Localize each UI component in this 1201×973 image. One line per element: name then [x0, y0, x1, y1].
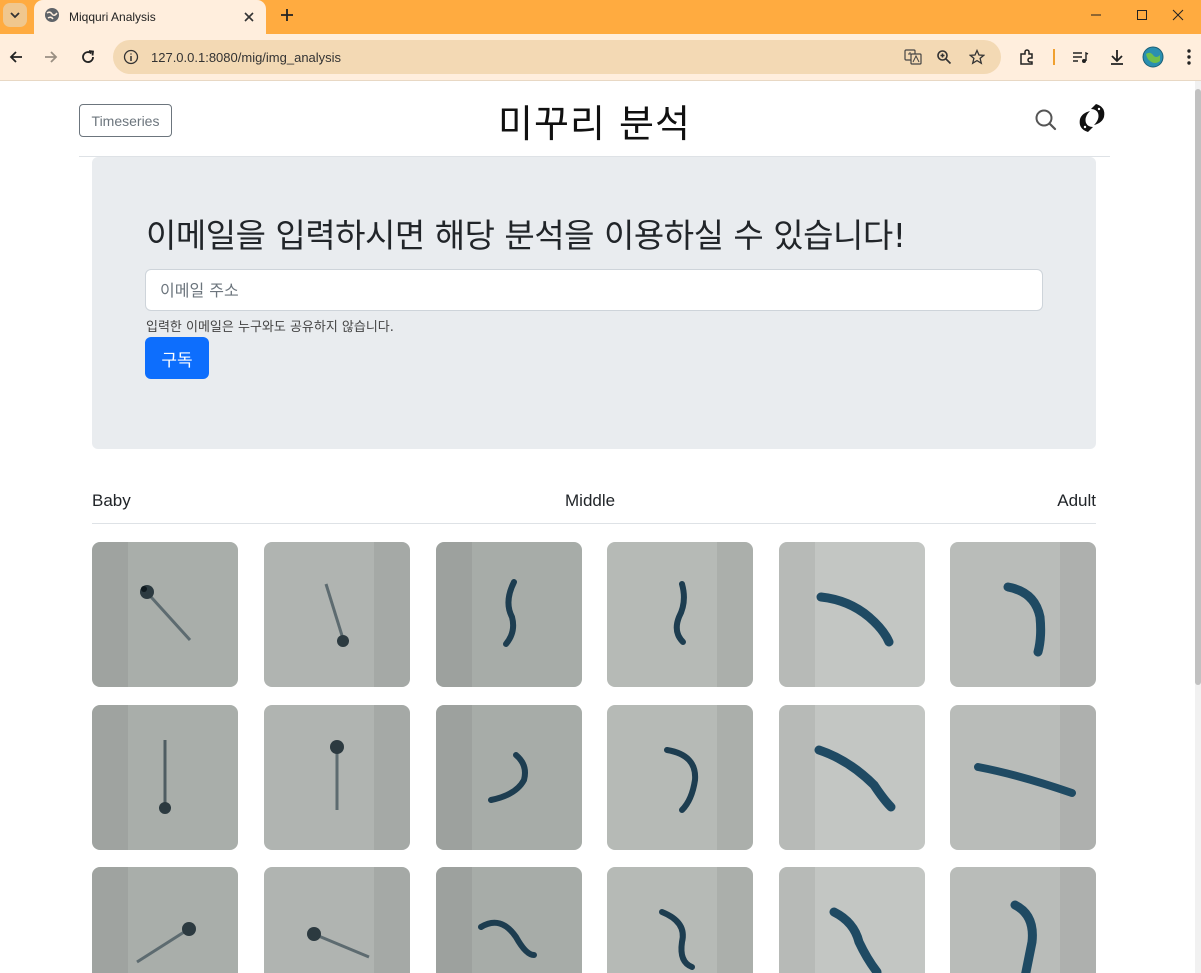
fish-thumbnail-larva[interactable] [264, 542, 410, 687]
fish-thumbnail-juvenile[interactable] [607, 867, 753, 973]
subscribe-button[interactable]: 구독 [145, 337, 209, 379]
address-bar[interactable]: 127.0.0.1:8080/mig/img_analysis [113, 40, 1001, 74]
stage-adult: Adult [1057, 491, 1096, 510]
url-text: 127.0.0.1:8080/mig/img_analysis [151, 49, 342, 65]
browser-toolbar: 127.0.0.1:8080/mig/img_analysis [0, 34, 1201, 81]
scrollbar-thumb[interactable] [1195, 89, 1201, 685]
fish-thumbnail-juvenile[interactable] [607, 542, 753, 687]
stage-baby: Baby [92, 491, 131, 510]
reload-icon[interactable] [74, 43, 102, 71]
menu-icon[interactable] [1176, 44, 1201, 70]
page-scrollbar[interactable] [1195, 81, 1201, 973]
window-close-icon[interactable] [1155, 0, 1201, 30]
browser-tab[interactable]: Miqquri Analysis [34, 0, 266, 34]
tab-title: Miqquri Analysis [69, 10, 156, 24]
fish-thumbnail-juvenile[interactable] [607, 705, 753, 850]
subscribe-heading: 이메일을 입력하시면 해당 분석을 이용하실 수 있습니다! [146, 216, 906, 255]
back-icon[interactable] [2, 43, 30, 71]
plus-icon[interactable] [275, 3, 299, 27]
fish-thumbnail-adult[interactable] [779, 867, 925, 973]
media-icon[interactable] [1067, 44, 1093, 70]
translate-icon[interactable] [901, 45, 925, 69]
fish-thumbnail-larva[interactable] [92, 705, 238, 850]
fish-thumbnail-larva[interactable] [92, 867, 238, 973]
search-icon[interactable] [1033, 107, 1059, 133]
site-header: Timeseries 미꾸리 분석 [79, 81, 1110, 157]
fish-thumbnail-larva[interactable] [264, 705, 410, 850]
site-info-icon[interactable] [119, 45, 143, 69]
star-icon[interactable] [965, 45, 989, 69]
forward-icon[interactable] [37, 43, 65, 71]
toolbar-divider [1053, 49, 1055, 65]
fish-thumbnail-adult[interactable] [950, 867, 1096, 973]
browser-tab-strip: Miqquri Analysis [0, 0, 1201, 34]
profile-icon[interactable] [1140, 44, 1166, 70]
stage-labels: Baby Middle Adult [92, 491, 1096, 524]
fish-thumbnail-adult[interactable] [779, 542, 925, 687]
fish-thumbnail-larva[interactable] [92, 542, 238, 687]
fish-thumbnail-adult[interactable] [950, 542, 1096, 687]
globe-icon [44, 7, 60, 27]
fish-thumbnail-juvenile[interactable] [436, 542, 582, 687]
page-viewport: Timeseries 미꾸리 분석 이메일을 입력하시면 해당 분석을 이용하실… [0, 81, 1195, 973]
email-field[interactable] [145, 269, 1043, 311]
zoom-icon[interactable] [932, 45, 956, 69]
email-help-text: 입력한 이메일은 누구와도 공유하지 않습니다. [146, 320, 394, 335]
fish-thumbnail-larva[interactable] [264, 867, 410, 973]
fish-thumbnail-adult[interactable] [950, 705, 1096, 850]
stage-middle: Middle [565, 491, 616, 510]
fish-thumbnail-adult[interactable] [779, 705, 925, 850]
page-title: 미꾸리 분석 [498, 102, 691, 146]
minimize-icon[interactable] [1073, 0, 1119, 30]
download-icon[interactable] [1104, 44, 1130, 70]
fish-thumbnail-juvenile[interactable] [436, 867, 582, 973]
subscribe-panel: 이메일을 입력하시면 해당 분석을 이용하실 수 있습니다! 입력한 이메일은 … [92, 157, 1096, 449]
loach-logo-icon[interactable] [1076, 101, 1108, 135]
close-icon[interactable] [238, 6, 260, 28]
tab-search-icon[interactable] [3, 3, 27, 27]
fish-thumbnail-juvenile[interactable] [436, 705, 582, 850]
extensions-icon[interactable] [1014, 44, 1040, 70]
